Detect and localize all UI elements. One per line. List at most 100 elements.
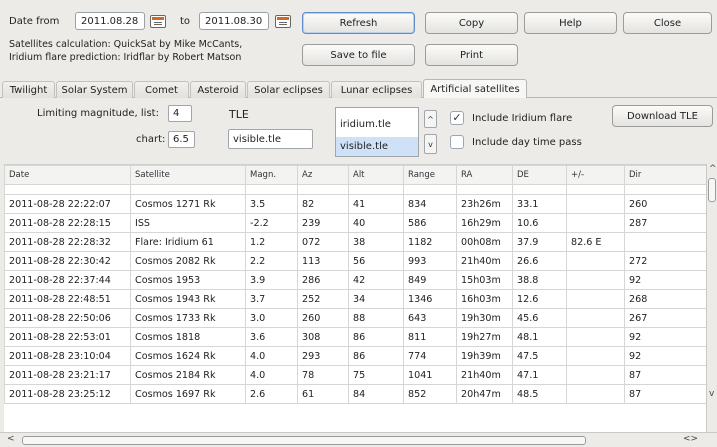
column-header[interactable]: Satellite	[130, 165, 246, 185]
tle-list-scroll-up[interactable]: ^	[424, 110, 437, 128]
list-item[interactable]: iridium.tle	[336, 115, 418, 134]
tab-asteroid[interactable]: Asteroid	[190, 81, 246, 98]
table-cell	[566, 251, 625, 271]
column-header[interactable]: Alt	[348, 165, 404, 185]
scroll-left-icon[interactable]: <	[7, 434, 15, 444]
table-cell: Cosmos 2184 Rk	[130, 365, 246, 385]
limiting-magnitude-chart-input[interactable]: 6.5	[168, 131, 195, 148]
table-cell: 1041	[403, 365, 457, 385]
list-item[interactable]: visible.tle	[336, 137, 418, 156]
tab-twilight[interactable]: Twilight	[2, 81, 55, 98]
tle-list-scroll-down[interactable]: v	[424, 134, 437, 154]
date-to-calendar-icon[interactable]	[275, 15, 291, 28]
column-header[interactable]: +/-	[566, 165, 625, 185]
horizontal-scroll-thumb[interactable]	[22, 436, 586, 445]
table-row[interactable]: 2011-08-28 23:25:12 Cosmos 1697 Rk 2.6 61 84…	[4, 384, 707, 404]
date-from-calendar-icon[interactable]	[150, 15, 166, 28]
print-button[interactable]: Print	[425, 44, 518, 66]
tle-file-input[interactable]: visible.tle	[228, 129, 313, 149]
table-cell: 849	[403, 270, 457, 290]
table-row[interactable]: 2011-08-28 22:53:01 Cosmos 1818 3.6 308 86 81…	[4, 327, 707, 347]
table-cell: 993	[403, 251, 457, 271]
table-cell: 4.0	[245, 365, 298, 385]
include-iridium-label[interactable]: Include Iridium flare	[472, 113, 572, 124]
tab-artificial-satellites[interactable]: Artificial satellites	[423, 79, 527, 99]
table-cell	[566, 327, 625, 347]
limiting-magnitude-list-input[interactable]: 4	[168, 105, 192, 122]
copy-button[interactable]: Copy	[425, 12, 518, 34]
horizontal-scrollbar[interactable]: < <>	[0, 432, 717, 447]
column-header[interactable]: Dir	[624, 165, 707, 185]
date-to-input[interactable]: 2011.08.30	[199, 12, 269, 30]
table-row[interactable]: 2011-08-28 22:50:06 Cosmos 1733 Rk 3.0 260 8…	[4, 308, 707, 328]
table-row[interactable]: 2011-08-28 22:22:07 Cosmos 1271 Rk 3.5 82 41…	[4, 194, 707, 214]
table-cell	[566, 346, 625, 366]
table-cell: 86	[348, 327, 404, 347]
column-header[interactable]: Date	[4, 165, 131, 185]
table-cell: 26.6	[512, 251, 567, 271]
scroll-down-icon[interactable]: v	[709, 389, 714, 399]
tab-comet[interactable]: Comet	[134, 81, 189, 98]
table-cell: 3.6	[245, 327, 298, 347]
table-cell: 834	[403, 194, 457, 214]
column-header[interactable]: Range	[403, 165, 457, 185]
column-header[interactable]: DE	[512, 165, 567, 185]
table-cell: 286	[297, 270, 349, 290]
vertical-scrollbar[interactable]: ^ v	[706, 164, 717, 432]
table-cell: 774	[403, 346, 457, 366]
table-cell: 84	[348, 384, 404, 404]
table-cell: 21h40m	[456, 365, 513, 385]
help-button[interactable]: Help	[524, 12, 617, 34]
table-cell: 2011-08-28 22:22:07	[4, 194, 131, 214]
table-cell: 293	[297, 346, 349, 366]
table-cell: 37.9	[512, 232, 567, 252]
table-row[interactable]: 2011-08-28 22:30:42 Cosmos 2082 Rk 2.2 113 5…	[4, 251, 707, 271]
tab-solar-eclipses[interactable]: Solar eclipses	[247, 81, 330, 98]
refresh-button[interactable]: Refresh	[302, 12, 415, 34]
table-cell: ISS	[130, 213, 246, 233]
table-cell	[566, 194, 625, 214]
table-row[interactable]: 2011-08-28 22:48:51 Cosmos 1943 Rk 3.7 252 3…	[4, 289, 707, 309]
table-cell: 1346	[403, 289, 457, 309]
vertical-scroll-thumb[interactable]	[708, 178, 716, 202]
date-from-input[interactable]: 2011.08.28	[75, 12, 145, 30]
tab-lunar-eclipses[interactable]: Lunar eclipses	[331, 81, 422, 98]
table-cell: 586	[403, 213, 457, 233]
column-header[interactable]: Magn.	[245, 165, 298, 185]
column-header[interactable]: Az	[297, 165, 349, 185]
table-cell: 15h03m	[456, 270, 513, 290]
column-header[interactable]: RA	[456, 165, 513, 185]
close-button[interactable]: Close	[623, 12, 712, 34]
table-cell: 48.1	[512, 327, 567, 347]
table-cell	[566, 308, 625, 328]
include-iridium-checkbox[interactable]: ✓	[450, 111, 464, 125]
table-row[interactable]: 2011-08-28 22:37:44 Cosmos 1953 3.9 286 42 84…	[4, 270, 707, 290]
table-cell: 88	[348, 308, 404, 328]
tle-file-list[interactable]: iridium.tle visible.tle	[335, 107, 419, 157]
table-cell: 48.5	[512, 384, 567, 404]
table-cell	[566, 365, 625, 385]
table-row[interactable]: 2011-08-28 23:21:17 Cosmos 2184 Rk 4.0 78 75…	[4, 365, 707, 385]
table-cell: 2.6	[245, 384, 298, 404]
table-cell: Cosmos 1953	[130, 270, 246, 290]
table-cell: 287	[624, 213, 707, 233]
download-tle-button[interactable]: Download TLE	[612, 105, 713, 127]
table-cell: 56	[348, 251, 404, 271]
save-to-file-button[interactable]: Save to file	[302, 44, 415, 66]
table-cell: 12.6	[512, 289, 567, 309]
scroll-right-icon[interactable]: <>	[683, 434, 698, 444]
include-daytime-label[interactable]: Include day time pass	[472, 137, 582, 148]
table-cell	[566, 289, 625, 309]
table-cell	[566, 213, 625, 233]
table-cell: 19h39m	[456, 346, 513, 366]
table-row[interactable]: 2011-08-28 23:10:04 Cosmos 1624 Rk 4.0 293 8…	[4, 346, 707, 366]
table-cell: 10.6	[512, 213, 567, 233]
table-cell: Cosmos 1943 Rk	[130, 289, 246, 309]
table-cell: 45.6	[512, 308, 567, 328]
scroll-up-icon[interactable]: ^	[709, 164, 717, 174]
table-cell: 072	[297, 232, 349, 252]
include-daytime-checkbox[interactable]	[450, 135, 464, 149]
table-row[interactable]: 2011-08-28 22:28:32 Flare: Iridium 61 1.2 0…	[4, 232, 707, 252]
tab-solar-system[interactable]: Solar System	[56, 81, 133, 98]
table-row[interactable]: 2011-08-28 22:28:15 ISS -2.2 239 40 586 16h29m…	[4, 213, 707, 233]
